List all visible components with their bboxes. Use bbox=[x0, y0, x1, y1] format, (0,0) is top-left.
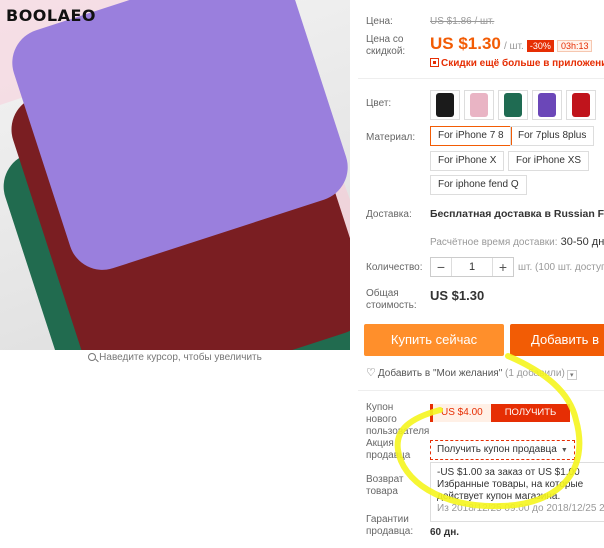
price-divider bbox=[358, 78, 604, 79]
heart-icon: ♡ bbox=[366, 367, 376, 379]
wishlist-text: Добавить в "Мои желания" bbox=[377, 368, 503, 379]
get-coupon-button[interactable]: ПОЛУЧИТЬ bbox=[490, 404, 571, 422]
app-promo-text: Скидки ещё больше в приложении bbox=[441, 58, 604, 69]
swatch-black-thumb bbox=[436, 93, 454, 117]
discount-badge: -30% bbox=[526, 40, 554, 52]
magnifier-icon bbox=[88, 353, 97, 361]
total-label: Общая стоимость: bbox=[366, 288, 417, 311]
material-label: Материал: bbox=[366, 132, 416, 143]
price-label: Цена: bbox=[366, 16, 393, 27]
chevron-down-icon[interactable]: ▾ bbox=[566, 370, 577, 380]
seller-coupon-popover: -US $1.00 за заказ от US $1.00 Избранные… bbox=[430, 462, 604, 522]
quantity-plus-button[interactable]: + bbox=[493, 259, 513, 275]
seller-coupon-text: Получить купон продавца bbox=[437, 444, 557, 455]
qr-code-icon bbox=[430, 58, 439, 67]
new-user-coupon-label: Купон нового пользователя bbox=[366, 402, 430, 437]
quantity-input[interactable]: 1 bbox=[451, 258, 493, 276]
delivery-estimate-value: 30-50 дн. bbox=[560, 236, 604, 248]
old-price: US $1.86 / шт. bbox=[430, 16, 495, 27]
coupon-divider bbox=[358, 390, 604, 391]
chevron-down-icon: ▼ bbox=[560, 447, 568, 454]
color-swatch-red[interactable] bbox=[566, 90, 596, 120]
zoom-hint: Наведите курсор, чтобы увеличить bbox=[0, 352, 350, 363]
stock-info: шт. (100 шт. доступно) bbox=[518, 262, 604, 273]
material-option-iphone-x[interactable]: For iPhone X bbox=[430, 151, 505, 171]
seller-promo-label: Акция продавца bbox=[366, 438, 411, 461]
shipping-label: Доставка: bbox=[366, 209, 412, 220]
total-value: US $1.30 bbox=[430, 288, 485, 303]
material-option-7plus-8plus[interactable]: For 7plus 8plus bbox=[510, 126, 595, 146]
material-option-iphone-fend-q[interactable]: For iphone fend Q bbox=[430, 175, 527, 195]
quantity-minus-button[interactable]: − bbox=[431, 259, 451, 275]
material-option-iphone-xs[interactable]: For iPhone XS bbox=[508, 151, 590, 171]
seller-coupon-select[interactable]: Получить купон продавца ▼ bbox=[430, 440, 575, 460]
material-option-iphone-7-8[interactable]: For iPhone 7 8 bbox=[430, 126, 512, 146]
delivery-estimate: Расчётное время доставки: 30-50 дн. bbox=[430, 236, 604, 248]
product-info-panel: Цена: US $1.86 / шт. Цена со скидкой: US… bbox=[358, 0, 604, 548]
color-label: Цвет: bbox=[366, 98, 392, 109]
per-unit: / шт. bbox=[503, 41, 524, 52]
quantity-stepper: − 1 + bbox=[430, 257, 514, 277]
delivery-estimate-label: Расчётное время доставки: bbox=[430, 237, 558, 248]
add-to-cart-button[interactable]: Добавить в bbox=[510, 324, 604, 356]
guarantee-value: 60 дн. bbox=[430, 527, 460, 538]
zoom-hint-text: Наведите курсор, чтобы увеличить bbox=[99, 352, 262, 363]
swatch-pink-thumb bbox=[470, 93, 488, 117]
guarantee-label: Гарантии продавца: bbox=[366, 514, 414, 537]
countdown-timer: 03h:13 bbox=[556, 40, 593, 52]
shipping-value[interactable]: Бесплатная доставка в Russian Fede bbox=[430, 208, 604, 220]
color-swatch-pink[interactable] bbox=[464, 90, 494, 120]
wishlist-count: (1 добавили) bbox=[505, 368, 565, 379]
swatch-red-thumb bbox=[572, 93, 590, 117]
product-image[interactable]: BOOLAEO bbox=[0, 0, 350, 350]
discount-price-label: Цена со скидкой: bbox=[366, 34, 406, 57]
coupon-scope: Избранные товары, на которые действует к… bbox=[437, 479, 584, 502]
return-label: Возврат товара bbox=[366, 474, 404, 497]
quantity-label: Количество: bbox=[366, 262, 423, 273]
brand-watermark: BOOLAEO bbox=[6, 6, 97, 25]
current-price-row: US $1.30 / шт. -30% 03h:13 bbox=[430, 34, 593, 54]
swatch-purple-thumb bbox=[538, 93, 556, 117]
app-promo[interactable]: Скидки ещё больше в приложении bbox=[430, 57, 604, 69]
current-price: US $1.30 bbox=[430, 34, 501, 53]
color-swatch-green[interactable] bbox=[498, 90, 528, 120]
new-user-coupon-amount: US $4.00 bbox=[430, 404, 491, 422]
color-swatch-purple[interactable] bbox=[532, 90, 562, 120]
wishlist-link[interactable]: ♡ Добавить в "Мои желания" (1 добавили) ▾ bbox=[366, 366, 577, 380]
coupon-offer: -US $1.00 за заказ от US $1.00 bbox=[437, 467, 580, 478]
new-user-coupon: US $4.00 ПОЛУЧИТЬ bbox=[430, 404, 571, 422]
swatch-green-thumb bbox=[504, 93, 522, 117]
coupon-dates: Из 2018/12/25 09:00 до 2018/12/25 2 bbox=[437, 503, 604, 514]
color-swatch-black[interactable] bbox=[430, 90, 460, 120]
buy-now-button[interactable]: Купить сейчас bbox=[364, 324, 504, 356]
